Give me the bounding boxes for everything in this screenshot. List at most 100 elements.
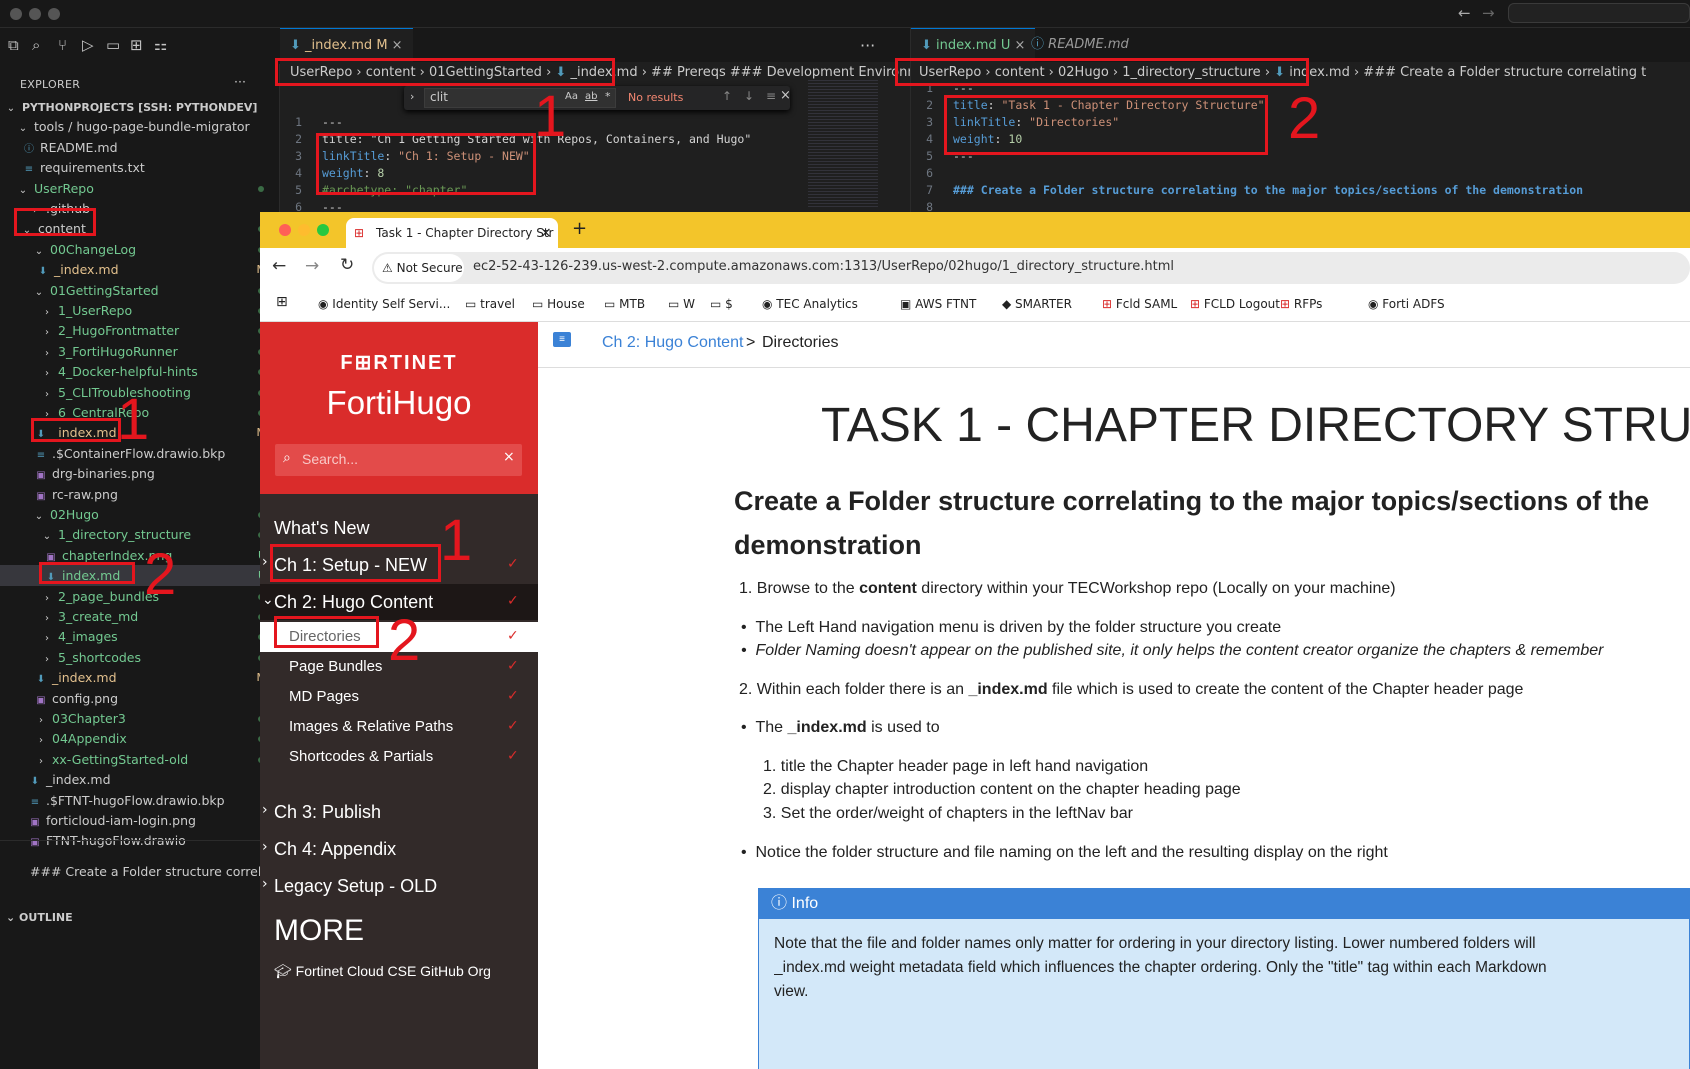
close-tab-icon[interactable]: × xyxy=(540,218,552,248)
bookmark-item[interactable]: ⊞ FCLD Logout xyxy=(1190,297,1280,311)
tab-index-md-new[interactable]: ⬇ index.md U × xyxy=(911,28,1036,62)
nav-whats-new[interactable]: What's New xyxy=(274,518,369,539)
nav-chapter[interactable]: › Legacy Setup - OLD xyxy=(260,874,538,904)
breadcrumb-link[interactable]: Ch 2: Hugo Content xyxy=(602,334,743,352)
github-org-link[interactable]: 🎓︎ Fortinet Cloud CSE GitHub Org xyxy=(274,963,491,980)
code-line[interactable]: ### Create a Folder structure correlatin… xyxy=(953,182,1583,199)
tree-folder[interactable]: ⌄ 00ChangeLog xyxy=(0,239,280,260)
minimap[interactable] xyxy=(808,78,878,208)
not-secure-chip[interactable]: ⚠ Not Secure xyxy=(374,254,464,282)
crumb-heading[interactable]: ### Create a Folder structure correlatin… xyxy=(1363,65,1646,80)
nav-chapter[interactable]: › Ch 3: Publish xyxy=(260,800,538,830)
tree-folder[interactable]: › 1_UserRepo xyxy=(0,300,280,321)
outline-title[interactable]: ⌄ OUTLINE xyxy=(6,911,73,924)
maximize-window-dot[interactable] xyxy=(317,224,329,236)
fortinet-logo[interactable]: F⊞RTINET xyxy=(260,350,538,375)
tree-folder[interactable]: › 2_HugoFrontmatter xyxy=(0,320,280,341)
extensions-icon[interactable]: ⊞ xyxy=(130,36,143,54)
source-control-icon[interactable]: ⑂ xyxy=(58,36,67,54)
files-icon[interactable]: ⧉ xyxy=(8,36,19,54)
address-bar[interactable]: ⚠ Not Secure ec2-52-43-126-239.us-west-2… xyxy=(372,252,1690,284)
nav-chapter[interactable]: › Ch 4: Appendix xyxy=(260,837,538,867)
tree-folder[interactable]: › 4_Docker-helpful-hints xyxy=(0,361,280,382)
tree-folder[interactable]: › 5_shortcodes xyxy=(0,647,280,668)
minimize-window-dot[interactable] xyxy=(298,224,310,236)
bookmark-item[interactable]: ▣ AWS FTNT xyxy=(900,297,976,311)
whole-word-toggle[interactable]: ab xyxy=(585,91,597,102)
tree-folder[interactable]: ⌄ tools / hugo-page-bundle-migrator xyxy=(0,116,280,137)
sub-nav-item[interactable]: Shortcodes & Partials ✓ xyxy=(260,742,538,772)
tree-file[interactable]: ⬇_index.mdM xyxy=(0,259,280,280)
tab-readme[interactable]: ⓘ README.md xyxy=(1021,28,1139,62)
close-tab-icon[interactable]: × xyxy=(392,38,403,53)
previous-match-icon[interactable]: ↑ xyxy=(722,89,732,103)
tree-file[interactable]: ≡ .$FTNT-hugoFlow.drawio.bkp xyxy=(0,790,280,811)
tree-file[interactable]: ▣ rc-raw.png xyxy=(0,484,280,505)
tree-file[interactable]: ⬇_index.mdM xyxy=(0,667,280,688)
bookmark-item[interactable]: ◆ SMARTER xyxy=(1002,297,1072,311)
bookmark-item[interactable]: ▭ W xyxy=(668,297,695,311)
sub-nav-item[interactable]: Images & Relative Paths ✓ xyxy=(260,712,538,742)
tree-folder[interactable]: ⌄ 01GettingStarted xyxy=(0,280,280,301)
command-center[interactable] xyxy=(1508,3,1690,23)
clear-search-icon[interactable]: × xyxy=(503,449,515,465)
sub-nav-item[interactable]: MD Pages ✓ xyxy=(260,682,538,712)
bookmark-item[interactable]: ⊞ Fcld SAML xyxy=(1102,297,1177,311)
reload-icon[interactable]: ↻ xyxy=(340,255,354,275)
minimize-window-dot[interactable] xyxy=(29,8,41,20)
tree-file[interactable]: ▣ drg-binaries.png xyxy=(0,463,280,484)
bookmark-item[interactable]: ◉ TEC Analytics xyxy=(762,297,858,311)
tree-folder[interactable]: ⌄ 02Hugo xyxy=(0,504,280,525)
bookmark-item[interactable]: ⊞ RFPs xyxy=(1280,297,1322,311)
search-box[interactable]: ⌕ Search... × xyxy=(275,444,522,476)
bookmark-item[interactable]: ▭ travel xyxy=(465,297,515,311)
site-title[interactable]: FortiHugo xyxy=(260,384,538,422)
new-tab-button[interactable]: + xyxy=(572,218,587,239)
apps-grid-icon[interactable]: ⊞ xyxy=(276,294,288,310)
tree-folder[interactable]: › xx-GettingStarted-old xyxy=(0,749,280,770)
close-window-dot[interactable] xyxy=(10,8,22,20)
remote-explorer-icon[interactable]: ▭ xyxy=(106,36,120,54)
back-arrow-icon[interactable]: ← xyxy=(1458,4,1471,22)
find-input[interactable]: clit Aa ab * xyxy=(424,88,616,108)
explorer-more-icon[interactable]: ··· xyxy=(234,74,246,89)
more-actions-icon[interactable]: ··· xyxy=(860,36,875,55)
tree-folder[interactable]: › 4_images xyxy=(0,626,280,647)
next-match-icon[interactable]: ↓ xyxy=(744,89,754,103)
tree-file[interactable]: ▣ config.png xyxy=(0,688,280,709)
forward-arrow-icon[interactable]: → xyxy=(1482,4,1495,22)
toc-icon[interactable]: ≡ xyxy=(553,332,571,347)
bookmark-item[interactable]: ▭ House xyxy=(532,297,585,311)
close-window-dot[interactable] xyxy=(279,224,291,236)
tree-file[interactable]: ≡ requirements.txt xyxy=(0,157,280,178)
tree-folder[interactable]: › 03Chapter3 xyxy=(0,708,280,729)
regex-toggle[interactable]: * xyxy=(605,90,611,103)
outline-item[interactable]: ### Create a Folder structure correl... xyxy=(30,864,270,879)
docker-icon[interactable]: ⚏ xyxy=(154,36,167,54)
bookmark-item[interactable]: ◉ Forti ADFS xyxy=(1368,297,1445,311)
forward-arrow-icon[interactable]: → xyxy=(305,256,319,276)
tree-folder[interactable]: ⌄ 1_directory_structure xyxy=(0,524,280,545)
tree-folder[interactable]: › 2_page_bundles xyxy=(0,586,280,607)
code-line[interactable]: --- xyxy=(322,114,343,131)
back-arrow-icon[interactable]: ← xyxy=(272,256,286,276)
browser-tab[interactable]: ⊞ Task 1 - Chapter Directory Str × xyxy=(346,218,558,248)
search-icon[interactable]: ⌕ xyxy=(32,36,40,54)
tree-folder[interactable]: › 3_FortiHugoRunner xyxy=(0,341,280,362)
match-case-toggle[interactable]: Aa xyxy=(565,91,578,102)
tree-file[interactable]: ▣ forticloud-iam-login.png xyxy=(0,810,280,831)
find-selection-icon[interactable]: ≡ xyxy=(766,89,776,103)
toggle-replace-icon[interactable]: › xyxy=(410,90,414,103)
bookmark-item[interactable]: ▭ MTB xyxy=(604,297,645,311)
tree-file[interactable]: ⓘ README.md xyxy=(0,137,280,158)
tree-folder[interactable]: ⌄ UserRepo xyxy=(0,178,280,199)
close-find-icon[interactable]: × xyxy=(780,88,791,103)
run-debug-icon[interactable]: ▷ xyxy=(82,36,94,54)
tree-folder[interactable]: ⌄ PYTHONPROJECTS [SSH: PYTHONDEV] xyxy=(0,96,280,117)
bookmark-item[interactable]: ▭ $ xyxy=(710,297,733,311)
tree-file[interactable]: ⬇ _index.md xyxy=(0,769,280,790)
tree-folder[interactable]: › 3_create_md xyxy=(0,606,280,627)
maximize-window-dot[interactable] xyxy=(48,8,60,20)
tree-folder[interactable]: › 04Appendix xyxy=(0,728,280,749)
tab-index-md[interactable]: ⬇ _index.md M × xyxy=(280,28,413,62)
